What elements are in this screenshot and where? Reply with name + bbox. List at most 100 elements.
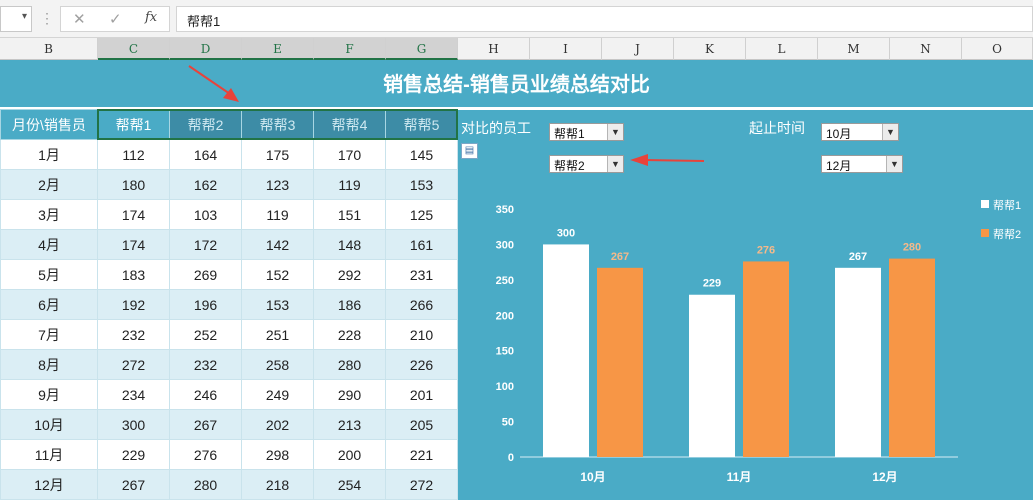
- header-cell[interactable]: 帮帮2: [169, 109, 242, 140]
- value-cell[interactable]: 269: [169, 259, 242, 290]
- bar-1[interactable]: [689, 294, 735, 457]
- value-cell[interactable]: 218: [241, 469, 314, 500]
- confirm-icon[interactable]: ✓: [109, 10, 122, 28]
- value-cell[interactable]: 125: [385, 199, 458, 230]
- value-cell[interactable]: 246: [169, 379, 242, 410]
- column-header-h[interactable]: H: [458, 38, 530, 60]
- value-cell[interactable]: 272: [97, 349, 170, 380]
- chevron-down-icon[interactable]: ▾: [22, 11, 27, 22]
- value-cell[interactable]: 170: [313, 139, 386, 170]
- chevron-down-icon[interactable]: ▼: [882, 124, 898, 140]
- value-cell[interactable]: 276: [169, 439, 242, 470]
- value-cell[interactable]: 161: [385, 229, 458, 260]
- value-cell[interactable]: 210: [385, 319, 458, 350]
- header-cell[interactable]: 帮帮1: [97, 109, 170, 140]
- month-cell[interactable]: 8月: [0, 349, 98, 380]
- column-header-o[interactable]: O: [962, 38, 1033, 60]
- value-cell[interactable]: 213: [313, 409, 386, 440]
- value-cell[interactable]: 280: [313, 349, 386, 380]
- value-cell[interactable]: 266: [385, 289, 458, 320]
- header-cell[interactable]: 帮帮5: [385, 109, 458, 140]
- value-cell[interactable]: 183: [97, 259, 170, 290]
- bar-1[interactable]: [835, 267, 881, 457]
- value-cell[interactable]: 201: [385, 379, 458, 410]
- value-cell[interactable]: 162: [169, 169, 242, 200]
- chevron-down-icon[interactable]: ▼: [607, 124, 623, 140]
- value-cell[interactable]: 152: [241, 259, 314, 290]
- value-cell[interactable]: 164: [169, 139, 242, 170]
- comparison-chart[interactable]: 0 50 100 150 200 250 300 350 300 267 10月 229 276 11月 2…: [458, 195, 1033, 495]
- month-cell[interactable]: 2月: [0, 169, 98, 200]
- column-header-f[interactable]: F: [314, 38, 386, 60]
- value-cell[interactable]: 267: [169, 409, 242, 440]
- value-cell[interactable]: 229: [97, 439, 170, 470]
- month-cell[interactable]: 7月: [0, 319, 98, 350]
- formula-input[interactable]: 帮帮1: [176, 6, 1033, 32]
- value-cell[interactable]: 251: [241, 319, 314, 350]
- employee1-dropdown[interactable]: 帮帮1 ▼: [549, 123, 624, 141]
- start-month-dropdown[interactable]: 10月 ▼: [821, 123, 899, 141]
- value-cell[interactable]: 202: [241, 409, 314, 440]
- value-cell[interactable]: 103: [169, 199, 242, 230]
- value-cell[interactable]: 205: [385, 409, 458, 440]
- value-cell[interactable]: 196: [169, 289, 242, 320]
- value-cell[interactable]: 258: [241, 349, 314, 380]
- value-cell[interactable]: 145: [385, 139, 458, 170]
- value-cell[interactable]: 228: [313, 319, 386, 350]
- value-cell[interactable]: 221: [385, 439, 458, 470]
- value-cell[interactable]: 272: [385, 469, 458, 500]
- value-cell[interactable]: 151: [313, 199, 386, 230]
- bar-2[interactable]: [889, 258, 935, 457]
- chevron-down-icon[interactable]: ▼: [886, 156, 902, 172]
- value-cell[interactable]: 234: [97, 379, 170, 410]
- end-month-dropdown[interactable]: 12月 ▼: [821, 155, 903, 173]
- column-header-m[interactable]: M: [818, 38, 890, 60]
- value-cell[interactable]: 186: [313, 289, 386, 320]
- value-cell[interactable]: 300: [97, 409, 170, 440]
- month-cell[interactable]: 3月: [0, 199, 98, 230]
- value-cell[interactable]: 249: [241, 379, 314, 410]
- value-cell[interactable]: 232: [169, 349, 242, 380]
- chevron-down-icon[interactable]: ▼: [607, 156, 623, 172]
- corner-header-cell[interactable]: 月份\销售员: [0, 109, 98, 140]
- column-header-l[interactable]: L: [746, 38, 818, 60]
- column-header-c[interactable]: C: [98, 38, 170, 60]
- column-header-i[interactable]: I: [530, 38, 602, 60]
- value-cell[interactable]: 119: [313, 169, 386, 200]
- column-header-d[interactable]: D: [170, 38, 242, 60]
- value-cell[interactable]: 153: [241, 289, 314, 320]
- column-header-b[interactable]: B: [0, 38, 98, 60]
- value-cell[interactable]: 267: [97, 469, 170, 500]
- value-cell[interactable]: 226: [385, 349, 458, 380]
- value-cell[interactable]: 112: [97, 139, 170, 170]
- paste-options-icon[interactable]: ▤: [461, 143, 478, 159]
- employee2-dropdown[interactable]: 帮帮2 ▼: [549, 155, 624, 173]
- insert-function-icon[interactable]: fx: [145, 10, 157, 25]
- value-cell[interactable]: 232: [97, 319, 170, 350]
- column-header-n[interactable]: N: [890, 38, 962, 60]
- value-cell[interactable]: 254: [313, 469, 386, 500]
- value-cell[interactable]: 119: [241, 199, 314, 230]
- value-cell[interactable]: 123: [241, 169, 314, 200]
- month-cell[interactable]: 9月: [0, 379, 98, 410]
- month-cell[interactable]: 10月: [0, 409, 98, 440]
- value-cell[interactable]: 280: [169, 469, 242, 500]
- value-cell[interactable]: 200: [313, 439, 386, 470]
- month-cell[interactable]: 6月: [0, 289, 98, 320]
- column-header-e[interactable]: E: [242, 38, 314, 60]
- bar-2[interactable]: [597, 267, 643, 457]
- value-cell[interactable]: 290: [313, 379, 386, 410]
- bar-1[interactable]: [543, 244, 589, 457]
- value-cell[interactable]: 142: [241, 229, 314, 260]
- cancel-icon[interactable]: ✕: [73, 10, 86, 28]
- value-cell[interactable]: 231: [385, 259, 458, 290]
- value-cell[interactable]: 175: [241, 139, 314, 170]
- header-cell[interactable]: 帮帮4: [313, 109, 386, 140]
- value-cell[interactable]: 148: [313, 229, 386, 260]
- value-cell[interactable]: 292: [313, 259, 386, 290]
- value-cell[interactable]: 153: [385, 169, 458, 200]
- value-cell[interactable]: 298: [241, 439, 314, 470]
- header-cell[interactable]: 帮帮3: [241, 109, 314, 140]
- column-header-g[interactable]: G: [386, 38, 458, 60]
- month-cell[interactable]: 4月: [0, 229, 98, 260]
